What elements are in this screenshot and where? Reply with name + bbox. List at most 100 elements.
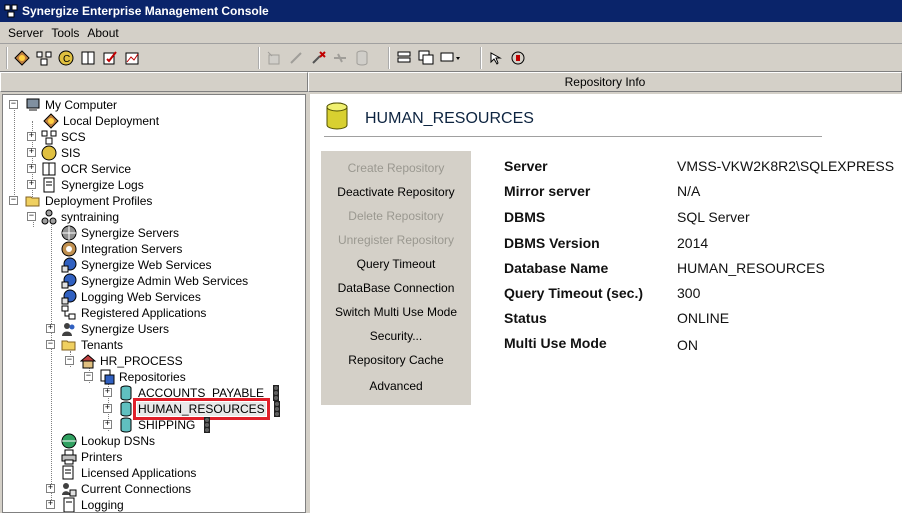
- edit-check-icon[interactable]: [100, 48, 120, 68]
- app-icon: [4, 4, 18, 18]
- expand-icon[interactable]: +: [103, 420, 112, 429]
- menu-tools[interactable]: Tools: [47, 26, 83, 40]
- tree-item-scs[interactable]: + SCS: [27, 129, 87, 145]
- tree-item-repositories[interactable]: − Repositories: [84, 369, 187, 385]
- expand-icon[interactable]: +: [27, 164, 36, 173]
- tree-item-synergize-logs[interactable]: + Synergize Logs: [27, 177, 145, 193]
- tree-pane[interactable]: − My Computer Local Deployment + SCS + S…: [2, 94, 306, 513]
- tree-item-printers[interactable]: Printers: [61, 449, 123, 465]
- repositories-icon: [99, 369, 115, 385]
- tree-item-tenants[interactable]: − Tenants: [46, 337, 124, 353]
- expand-icon[interactable]: +: [27, 132, 36, 141]
- expand-icon[interactable]: +: [103, 404, 112, 413]
- query-timeout-value: 300: [677, 285, 701, 301]
- servers-icon[interactable]: [394, 48, 414, 68]
- tree-label: Synergize Admin Web Services: [81, 274, 249, 288]
- tree-label: Licensed Applications: [81, 466, 197, 480]
- tree-label: Logging: [81, 498, 124, 512]
- collapse-icon[interactable]: −: [46, 340, 55, 349]
- tree-item-shipping[interactable]: + SHIPPING: [103, 417, 212, 433]
- query-timeout-label: Query Timeout (sec.): [504, 285, 644, 301]
- database-icon: [118, 385, 134, 401]
- toolbar-group-4: [480, 46, 530, 69]
- tree-item-syntraining[interactable]: − syntraining: [27, 209, 120, 225]
- database-icon[interactable]: [352, 48, 372, 68]
- action-panel: Create Repository Deactivate Repository …: [321, 151, 471, 405]
- tree-item-synergize-admin-web-services[interactable]: Synergize Admin Web Services: [61, 273, 249, 289]
- delete-repository-link[interactable]: Delete Repository: [321, 209, 471, 223]
- advanced-link[interactable]: Advanced: [321, 379, 471, 393]
- integration-icon: [61, 241, 77, 257]
- lock-icon[interactable]: [508, 48, 528, 68]
- tree-item-registered-applications[interactable]: Registered Applications: [61, 305, 207, 321]
- create-repository-link[interactable]: Create Repository: [321, 161, 471, 175]
- expand-icon[interactable]: +: [46, 500, 55, 509]
- menu-about[interactable]: About: [83, 26, 122, 40]
- book-icon[interactable]: [78, 48, 98, 68]
- help-pointer-icon[interactable]: [486, 48, 506, 68]
- collapse-icon[interactable]: −: [27, 212, 36, 221]
- tree-label: Logging Web Services: [81, 290, 201, 304]
- deactivate-repository-link[interactable]: Deactivate Repository: [321, 185, 471, 199]
- pointer-icon[interactable]: [286, 48, 306, 68]
- tree-item-accounts-payable[interactable]: + ACCOUNTS_PAYABLE: [103, 385, 281, 401]
- collapse-icon[interactable]: −: [9, 100, 18, 109]
- tree-item-integration-servers[interactable]: Integration Servers: [61, 241, 183, 257]
- collapse-icon[interactable]: −: [84, 372, 93, 381]
- status-label: Status: [504, 310, 547, 326]
- menu-server[interactable]: Server: [4, 26, 47, 40]
- chart-icon[interactable]: [122, 48, 142, 68]
- deploy-icon[interactable]: [12, 48, 32, 68]
- sis-icon: [41, 145, 57, 161]
- pointer-x-icon[interactable]: [308, 48, 328, 68]
- expand-icon[interactable]: +: [27, 180, 36, 189]
- expand-icon[interactable]: +: [46, 484, 55, 493]
- tree-label: syntraining: [61, 210, 120, 224]
- tree-item-hr-process[interactable]: − HR_PROCESS: [65, 353, 184, 369]
- unregister-repository-link[interactable]: Unregister Repository: [321, 233, 471, 247]
- tree-item-logging[interactable]: + Logging: [46, 497, 125, 512]
- dbms-version-label: DBMS Version: [504, 235, 600, 251]
- tree-item-my-computer[interactable]: − My Computer: [9, 97, 118, 113]
- tree-item-sis[interactable]: + SIS: [27, 145, 81, 161]
- expand-icon[interactable]: +: [46, 324, 55, 333]
- database-icon: [118, 417, 134, 433]
- tree-item-lookup-dsns[interactable]: Lookup DSNs: [61, 433, 156, 449]
- dbms-label: DBMS: [504, 209, 546, 225]
- tree-item-licensed-applications[interactable]: Licensed Applications: [61, 465, 197, 481]
- computer-dropdown-icon[interactable]: [438, 48, 464, 68]
- tree-item-human-resources[interactable]: + HUMAN_RESOURCES: [103, 398, 282, 420]
- database-icon: [118, 401, 134, 417]
- expand-icon[interactable]: +: [103, 388, 112, 397]
- create-icon[interactable]: [264, 48, 284, 68]
- users-icon: [61, 321, 77, 337]
- sis-icon[interactable]: C: [56, 48, 76, 68]
- unlink-icon[interactable]: [330, 48, 350, 68]
- repository-cache-link[interactable]: Repository Cache: [321, 353, 471, 367]
- switch-multi-use-mode-link[interactable]: Switch Multi Use Mode: [321, 305, 471, 319]
- tree-item-current-connections[interactable]: + Current Connections: [46, 481, 192, 497]
- expand-icon[interactable]: +: [27, 148, 36, 157]
- multi-use-mode-value: ON: [677, 337, 698, 353]
- tree-label: Printers: [81, 450, 123, 464]
- house-icon: [79, 353, 97, 369]
- tree-item-synergize-servers[interactable]: Synergize Servers: [61, 225, 180, 241]
- scs-icon[interactable]: [34, 48, 54, 68]
- tree-label: Integration Servers: [81, 242, 183, 256]
- database-connection-link[interactable]: DataBase Connection: [321, 281, 471, 295]
- tree-item-local-deployment[interactable]: Local Deployment: [43, 113, 160, 129]
- collapse-icon[interactable]: −: [9, 196, 18, 205]
- security-link[interactable]: Security...: [321, 329, 471, 343]
- tree-item-ocr-service[interactable]: + OCR Service: [27, 161, 132, 177]
- toolbar-group-1: C: [6, 46, 144, 69]
- query-timeout-link[interactable]: Query Timeout: [321, 257, 471, 271]
- mirror-server-value: N/A: [677, 183, 701, 199]
- tree-item-synergize-users[interactable]: + Synergize Users: [46, 321, 170, 337]
- tree-item-deployment-profiles[interactable]: − Deployment Profiles: [9, 193, 153, 209]
- windows-icon[interactable]: [416, 48, 436, 68]
- mirror-server-label: Mirror server: [504, 183, 591, 199]
- toolbar-group-2: [258, 46, 374, 69]
- tree-item-synergize-web-services[interactable]: Synergize Web Services: [61, 257, 213, 273]
- tree-item-logging-web-services[interactable]: Logging Web Services: [61, 289, 202, 305]
- collapse-icon[interactable]: −: [65, 356, 74, 365]
